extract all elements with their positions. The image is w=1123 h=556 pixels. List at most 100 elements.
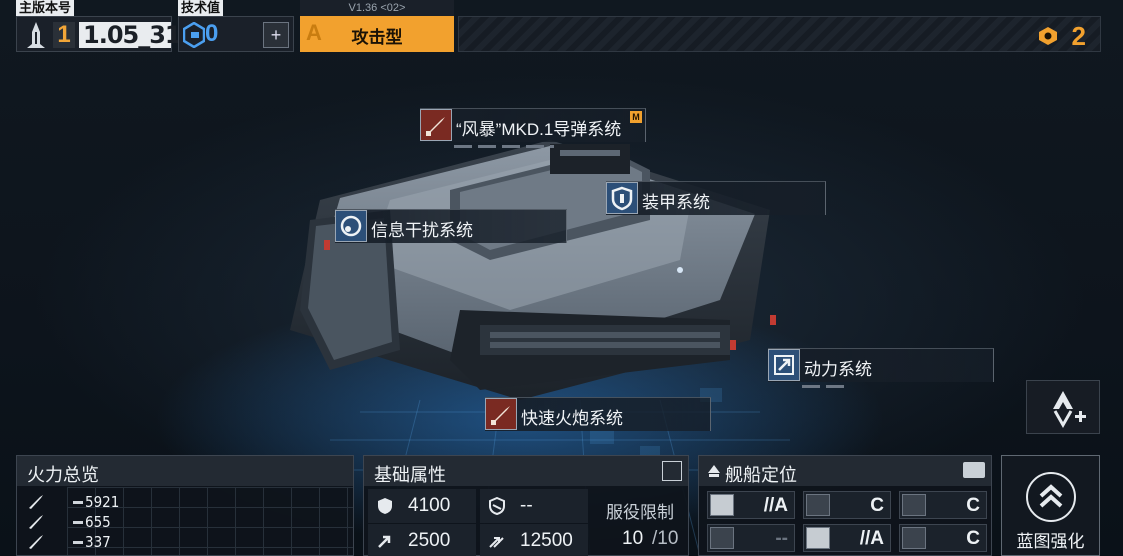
firepower-value: 337 — [85, 533, 111, 551]
enhance-label: 蓝图强化 — [1016, 532, 1085, 551]
attr-hp: 4100 — [368, 489, 476, 523]
resource-bar: 2 — [458, 16, 1101, 52]
role-grade: C — [966, 528, 980, 549]
rocket-icon — [27, 22, 45, 48]
role-cell[interactable]: C — [899, 491, 987, 519]
ship-role-panel: 舰船定位 //A C C -- //A C — [698, 455, 992, 556]
radar-icon — [335, 210, 367, 242]
role-type-icon — [710, 494, 734, 516]
ship-version: V1.36 <02> — [300, 0, 454, 16]
missile-icon — [29, 515, 43, 529]
role-grade: -- — [775, 528, 788, 549]
callout-missile-system[interactable]: “风暴”MKD.1导弹系统 M — [420, 108, 646, 148]
blueprint-token-icon[interactable] — [1038, 26, 1058, 46]
version-minor: 1.05_31 — [79, 22, 182, 48]
version-panel: 主版本号 1 1.05_31 — [16, 0, 182, 52]
role-grade: C — [870, 495, 884, 516]
callout-power-system[interactable]: 动力系统 — [768, 348, 994, 388]
service-current: 10 — [622, 528, 644, 549]
role-type-icon — [710, 527, 734, 549]
callout-armor-system[interactable]: 装甲系统 — [606, 181, 826, 215]
firepower-value: 655 — [85, 513, 111, 531]
shield-icon — [606, 182, 638, 214]
barrier-icon — [489, 497, 505, 515]
role-type-icon — [806, 494, 830, 516]
role-grade: C — [966, 495, 980, 516]
warp-icon — [489, 537, 504, 548]
firepower-value: 5921 — [85, 493, 120, 511]
tech-label: 技术值 — [178, 0, 224, 16]
attr-value: -- — [520, 495, 533, 516]
cannon-icon — [485, 398, 517, 430]
enhance-icon — [1026, 472, 1076, 522]
panel-header: 火力总览 — [17, 456, 353, 486]
role-cell[interactable]: //A — [803, 524, 891, 552]
callout-label: 信息干扰系统 — [371, 221, 473, 240]
module-tag: M — [630, 111, 642, 123]
panel-title: 火力总览 — [27, 465, 99, 485]
panel-header: 舰船定位 — [699, 456, 991, 486]
firepower-bar — [73, 501, 83, 504]
role-cell[interactable]: C — [803, 491, 891, 519]
service-max: /10 — [652, 528, 679, 549]
callout-cannon-system[interactable]: 快速火炮系统 — [485, 397, 711, 431]
missile-icon — [420, 109, 452, 141]
plus-icon[interactable]: + — [263, 22, 289, 48]
role-type-icon — [902, 494, 926, 516]
callout-label: 快速火炮系统 — [521, 409, 623, 428]
panel-header: 基础属性 — [364, 456, 688, 486]
expand-icon[interactable] — [662, 461, 682, 481]
version-major: 1 — [53, 22, 75, 48]
callout-jamming-system[interactable]: 信息干扰系统 — [335, 209, 567, 243]
fleet-rank-button[interactable] — [1026, 380, 1100, 434]
firepower-panel: 火力总览 5921 655 337 — [16, 455, 354, 556]
callout-label: 动力系统 — [804, 360, 872, 379]
attr-value: 2500 — [408, 530, 451, 551]
role-grade: //A — [859, 528, 884, 549]
tech-value: 0 — [205, 20, 219, 47]
missile-icon — [29, 535, 43, 549]
blueprint-enhance-button[interactable]: 蓝图强化 — [1001, 455, 1100, 556]
resource-count: 2 — [1071, 21, 1086, 51]
firepower-bar — [73, 521, 83, 524]
role-cell[interactable]: C — [899, 524, 987, 552]
attr-warp-speed: 12500 — [480, 524, 588, 556]
ship-type-badge: A 攻击型 — [300, 16, 454, 52]
ship-type-panel: V1.36 <02> A 攻击型 — [300, 0, 454, 52]
speed-icon — [378, 535, 391, 548]
callout-progress — [454, 145, 554, 148]
tag-icon[interactable] — [963, 462, 985, 478]
service-label: 服役限制 — [606, 503, 674, 522]
top-bar: 主版本号 1 1.05_31 技术值 0 + V1.36 <02> A 攻击型 — [16, 0, 1101, 52]
firepower-bar — [73, 541, 83, 544]
attr-shield: -- — [480, 489, 588, 523]
attr-value: 4100 — [408, 495, 451, 516]
panel-title: 基础属性 — [374, 465, 446, 485]
callout-progress — [802, 385, 846, 388]
starship-model[interactable] — [250, 110, 810, 410]
missile-icon — [29, 495, 43, 509]
callout-background — [768, 348, 994, 382]
role-cell[interactable]: -- — [707, 524, 795, 552]
attr-value: 12500 — [520, 530, 573, 551]
ship-type-name: 攻击型 — [351, 28, 403, 47]
role-grade: //A — [763, 495, 788, 516]
role-cell[interactable]: //A — [707, 491, 795, 519]
role-type-icon — [806, 527, 830, 549]
role-type-icon — [902, 527, 926, 549]
tech-chip-icon — [183, 22, 205, 48]
service-limit: 服役限制 10 /10 — [594, 496, 686, 554]
tech-panel: 技术值 0 + — [178, 0, 294, 52]
callout-label: “风暴”MKD.1导弹系统 — [456, 120, 622, 139]
rank-up-icon — [1053, 391, 1086, 429]
attributes-panel: 基础属性 4100 -- 2500 12500 服役限制 10 /10 — [363, 455, 689, 556]
callout-background — [606, 181, 826, 215]
shield-icon — [378, 498, 392, 514]
version-body: 1 1.05_31 — [16, 16, 182, 52]
engine-icon — [768, 349, 800, 381]
callout-label: 装甲系统 — [642, 193, 710, 212]
role-icon — [708, 465, 720, 477]
version-label: 主版本号 — [16, 0, 75, 16]
tech-body: 0 + — [178, 16, 294, 52]
panel-title: 舰船定位 — [725, 465, 797, 485]
